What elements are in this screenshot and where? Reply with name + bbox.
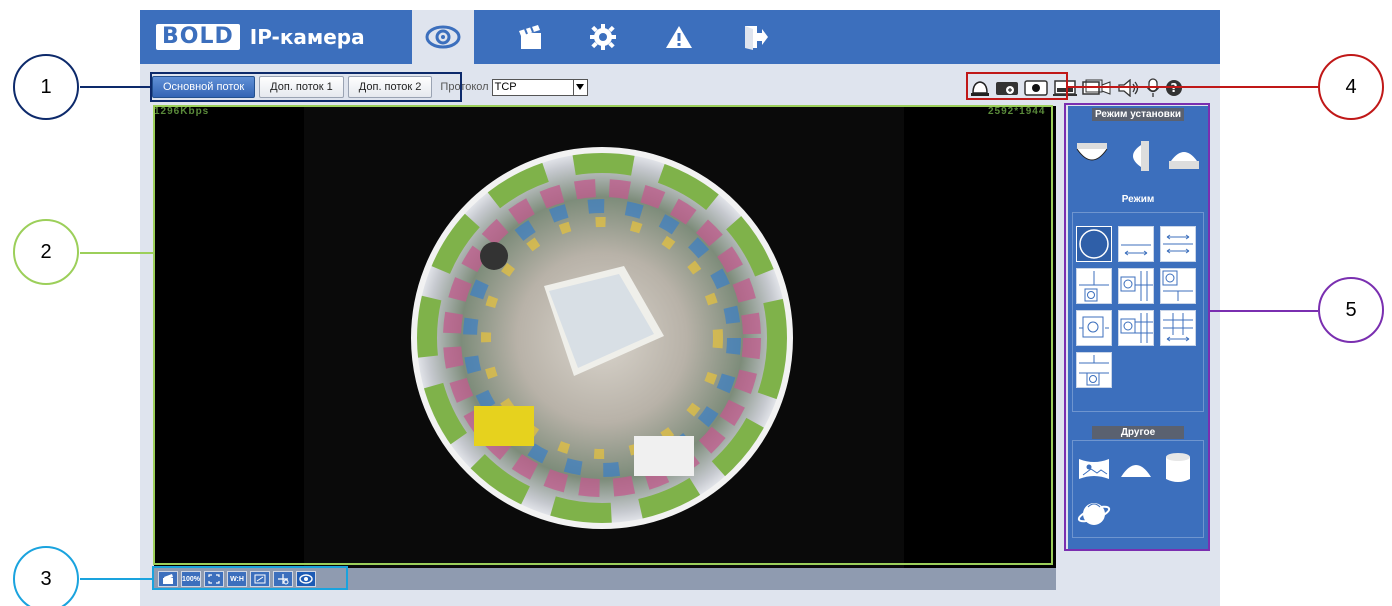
clapperboard-icon <box>519 25 541 49</box>
chevron-down-icon <box>572 79 587 95</box>
svg-text:?: ? <box>1171 81 1178 95</box>
callout-2: 2 <box>13 219 79 285</box>
callout-4-line <box>1068 86 1318 88</box>
triple-snapshot-icon[interactable] <box>1082 79 1112 97</box>
nav-logout[interactable] <box>724 10 786 64</box>
top-navigation-bar: BOLD IP-камера <box>140 10 1220 64</box>
exit-icon <box>745 26 768 50</box>
protocol-select[interactable]: TCP <box>491 78 588 96</box>
callout-3-line <box>80 578 154 580</box>
speaker-icon[interactable] <box>1117 79 1141 97</box>
protocol-value: TCP <box>494 81 517 93</box>
callout-5-line <box>1210 310 1318 312</box>
logo: BOLD IP-камера <box>156 24 365 50</box>
nav-playback[interactable] <box>499 10 561 64</box>
nav-live-view[interactable] <box>412 10 474 64</box>
callout-3: 3 <box>13 546 79 606</box>
fisheye-panel-highlight <box>1064 103 1210 551</box>
callout-2-line <box>80 252 155 254</box>
tools-highlight <box>966 72 1068 100</box>
video-area-highlight <box>153 105 1053 565</box>
callout-1-line <box>80 86 152 88</box>
nav-alarm[interactable] <box>648 10 710 64</box>
eye-icon <box>425 25 461 49</box>
manual-figure: BOLD IP-камера Основной поток Доп. поток… <box>0 0 1392 606</box>
warning-icon <box>666 26 692 48</box>
brand-logo: BOLD <box>156 24 240 50</box>
microphone-icon[interactable] <box>1146 78 1160 98</box>
callout-5: 5 <box>1318 277 1384 343</box>
callout-4: 4 <box>1318 54 1384 120</box>
stream-toolbar-highlight <box>150 72 462 102</box>
bottom-toolbar-highlight <box>152 566 348 590</box>
nav-settings[interactable] <box>572 10 634 64</box>
gear-icon <box>590 24 616 50</box>
app-title: IP-камера <box>249 25 365 49</box>
callout-1: 1 <box>13 54 79 120</box>
help-icon[interactable]: ? <box>1165 79 1183 97</box>
